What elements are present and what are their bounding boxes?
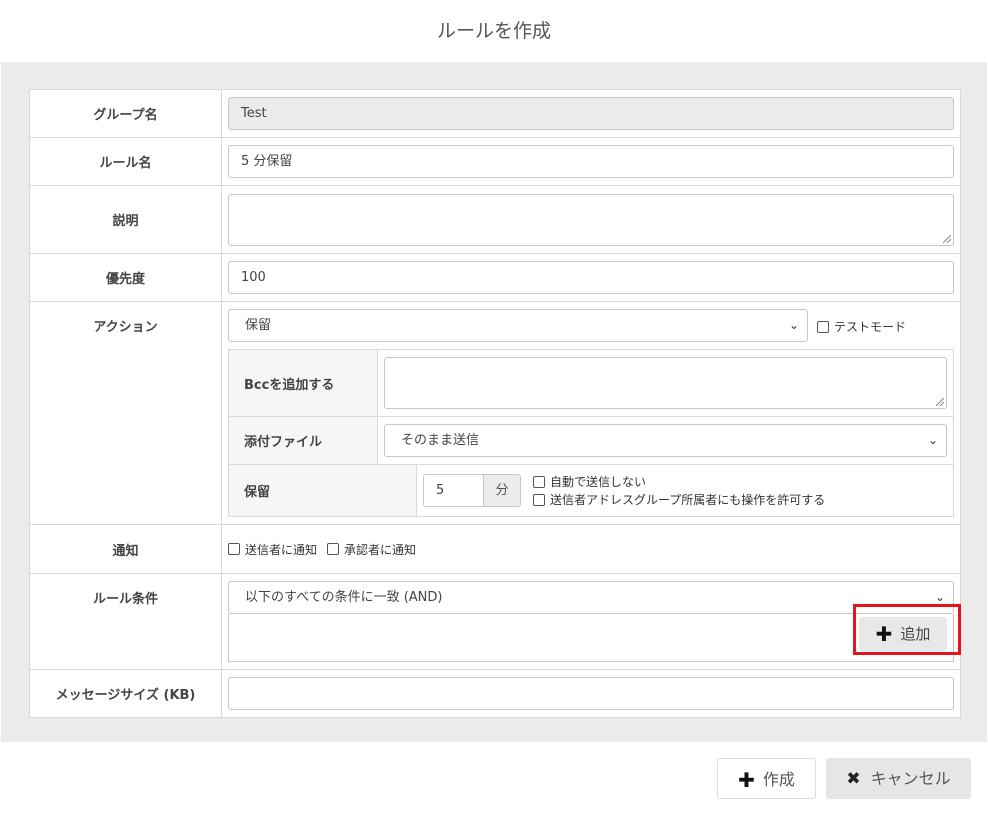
test-mode-checkbox[interactable] [817,320,829,333]
row-attachment: 添付ファイル そのまま送信 ⌄ [228,416,954,465]
conditions-select-value: 以下のすべての条件に一致 (AND) [245,590,443,605]
hold-settings: 保留 5 分 自動で送信しない 送信者アドレスグループ所属者にも操作を許可する [228,464,954,517]
row-rule-name: ルール名 5 分保留 [29,137,961,186]
notify-label: 通知 [29,524,222,574]
row-group-name: グループ名 Test [29,89,961,138]
create-button-label: 作成 [762,770,795,789]
allow-group-label: 送信者アドレスグループ所属者にも操作を許可する [550,493,826,507]
action-settings: Bccを追加する 添付ファイル そのまま送信 ⌄ [228,349,954,465]
priority-input[interactable]: 100 [228,261,954,294]
attachment-select[interactable]: そのまま送信 ⌄ [384,424,947,457]
conditions-select[interactable]: 以下のすべての条件に一致 (AND) ⌄ [228,581,954,614]
bcc-textarea[interactable] [384,357,947,409]
priority-label: 優先度 [29,253,222,302]
notify-sender-checkbox[interactable] [228,543,240,555]
message-size-input[interactable] [228,677,954,710]
row-action: アクション 保留 ⌄ テストモード Bccを追加する 添付ファイル そのまま送信… [29,301,961,525]
allow-group-checkbox[interactable] [533,494,545,506]
resize-grip-icon[interactable] [943,234,951,243]
chevron-down-icon: ⌄ [927,433,938,447]
attachment-select-value: そのまま送信 [401,433,480,448]
hold-unit: 分 [483,474,521,507]
conditions-label: ルール条件 [29,573,222,670]
row-bcc: Bccを追加する [228,349,954,417]
row-hold: 保留 5 分 自動で送信しない 送信者アドレスグループ所属者にも操作を許可する [228,464,954,517]
row-message-size: メッセージサイズ (KB) [29,669,961,718]
attachment-label: 添付ファイル [228,416,378,465]
row-description: 説明 [29,185,961,254]
chevron-down-icon: ⌄ [788,318,799,332]
action-select-value: 保留 [245,318,272,333]
no-auto-send-checkbox[interactable] [533,475,545,488]
notify-approver-label: 承認者に通知 [344,542,417,557]
plus-icon: ✚ [875,622,893,646]
bcc-label: Bccを追加する [228,349,378,417]
description-label: 説明 [29,185,222,254]
description-textarea[interactable] [228,193,954,246]
group-name-label: グループ名 [29,89,222,138]
row-notify: 通知 送信者に通知 承認者に通知 [29,524,961,574]
create-rule-dialog: ルールを作成 グループ名 Test ルール名 5 分保留 説明 優先度 100 … [0,0,988,816]
action-label: アクション [29,301,222,525]
dialog-title: ルールを作成 [436,20,551,42]
cancel-button-label: キャンセル [870,769,951,788]
hold-minutes-input[interactable]: 5 [423,474,483,507]
add-condition-label: 追加 [900,625,931,643]
notify-sender-label: 送信者に通知 [245,542,318,557]
notify-approver-checkbox[interactable] [327,543,340,555]
rule-form: グループ名 Test ルール名 5 分保留 説明 優先度 100 アクション 保… [29,89,961,718]
plus-icon: ✚ [738,768,755,792]
hold-label: 保留 [228,464,417,517]
x-icon: ✖ [846,769,861,789]
add-condition-button[interactable]: ✚ 追加 [859,617,947,651]
chevron-down-icon: ⌄ [934,590,945,604]
conditions-list: ✚ 追加 [228,614,954,662]
row-conditions: ルール条件 以下のすべての条件に一致 (AND) ⌄ ✚ 追加 [29,573,961,670]
message-size-label: メッセージサイズ (KB) [29,669,222,718]
form-panel: グループ名 Test ルール名 5 分保留 説明 優先度 100 アクション 保… [1,62,987,742]
resize-grip-icon[interactable] [936,398,944,406]
group-name-input: Test [228,97,954,130]
action-select[interactable]: 保留 ⌄ [228,309,808,342]
rule-name-label: ルール名 [29,137,222,186]
create-button[interactable]: ✚ 作成 [717,758,816,799]
rule-name-input[interactable]: 5 分保留 [228,145,954,178]
no-auto-send-label: 自動で送信しない [550,474,647,489]
row-priority: 優先度 100 [29,253,961,302]
test-mode-label: テストモード [834,320,907,334]
cancel-button[interactable]: ✖ キャンセル [826,758,971,799]
